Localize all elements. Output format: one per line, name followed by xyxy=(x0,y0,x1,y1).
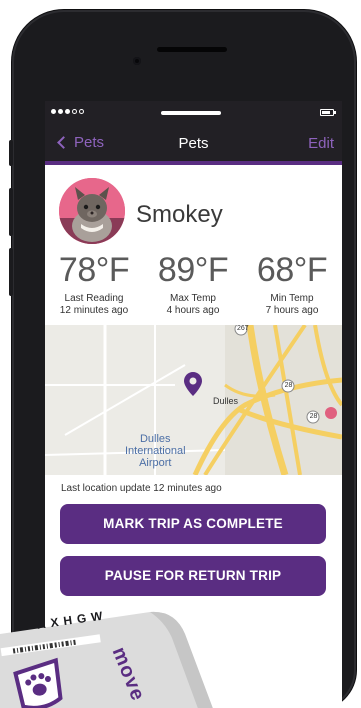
route-shield-label: 28 xyxy=(284,382,293,389)
stat-label: Last Reading xyxy=(64,293,124,304)
pet-name: Smokey xyxy=(136,201,223,228)
earpiece-speaker xyxy=(157,47,227,52)
map-roads xyxy=(45,325,342,475)
page-title: Pets xyxy=(178,135,209,152)
stat-value: 78°F xyxy=(58,251,130,289)
stat-label: Max Temp xyxy=(170,293,216,304)
volume-up-button xyxy=(9,188,13,236)
location-update-text: Last location update 12 minutes ago xyxy=(61,483,222,494)
stat-time: 4 hours ago xyxy=(166,305,220,316)
map-airport-label: Dulles International Airport xyxy=(125,433,186,469)
status-bar xyxy=(45,101,342,123)
pet-header: Smokey xyxy=(45,165,342,251)
edit-button[interactable]: Edit xyxy=(308,135,334,152)
location-map[interactable]: Dulles 267 28 28 Dulles International Ai… xyxy=(45,325,342,475)
airport-label-line: Airport xyxy=(139,457,172,469)
battery-icon xyxy=(320,109,336,116)
stat-last-reading: 78°F Last Reading 12 minutes ago xyxy=(45,251,143,317)
stat-time: 12 minutes ago xyxy=(59,305,129,316)
stat-label: Min Temp xyxy=(270,293,314,304)
route-shield-label: 28 xyxy=(309,413,318,420)
airport-label-line: Dulles xyxy=(139,433,171,445)
stat-min-temp: 68°F Min Temp 7 hours ago xyxy=(243,251,341,317)
stat-value: 89°F xyxy=(157,251,229,289)
temperature-stats: 78°F Last Reading 12 minutes ago 89°F Ma… xyxy=(45,251,342,323)
stat-time: 7 hours ago xyxy=(265,305,319,316)
map-place-label: Dulles xyxy=(213,396,239,406)
mark-trip-complete-button[interactable]: MARK TRIP AS COMPLETE xyxy=(60,504,326,544)
route-shield-label: 267 xyxy=(237,325,249,332)
navigation-bar: Pets Pets Edit xyxy=(45,123,342,165)
signal-strength-icon xyxy=(51,109,84,114)
tracker-device: AXHGW move xyxy=(0,604,220,708)
top-indicator-bar xyxy=(161,111,221,115)
front-camera xyxy=(133,57,141,65)
stat-value: 68°F xyxy=(256,251,328,289)
airport-label-line: International xyxy=(125,445,186,457)
pet-avatar[interactable] xyxy=(59,178,125,244)
volume-down-button xyxy=(9,248,13,296)
map-pin-icon[interactable] xyxy=(184,372,202,396)
mute-switch xyxy=(9,140,13,166)
pause-return-trip-button[interactable]: PAUSE FOR RETURN TRIP xyxy=(60,556,326,596)
stat-max-temp: 89°F Max Temp 4 hours ago xyxy=(144,251,242,317)
